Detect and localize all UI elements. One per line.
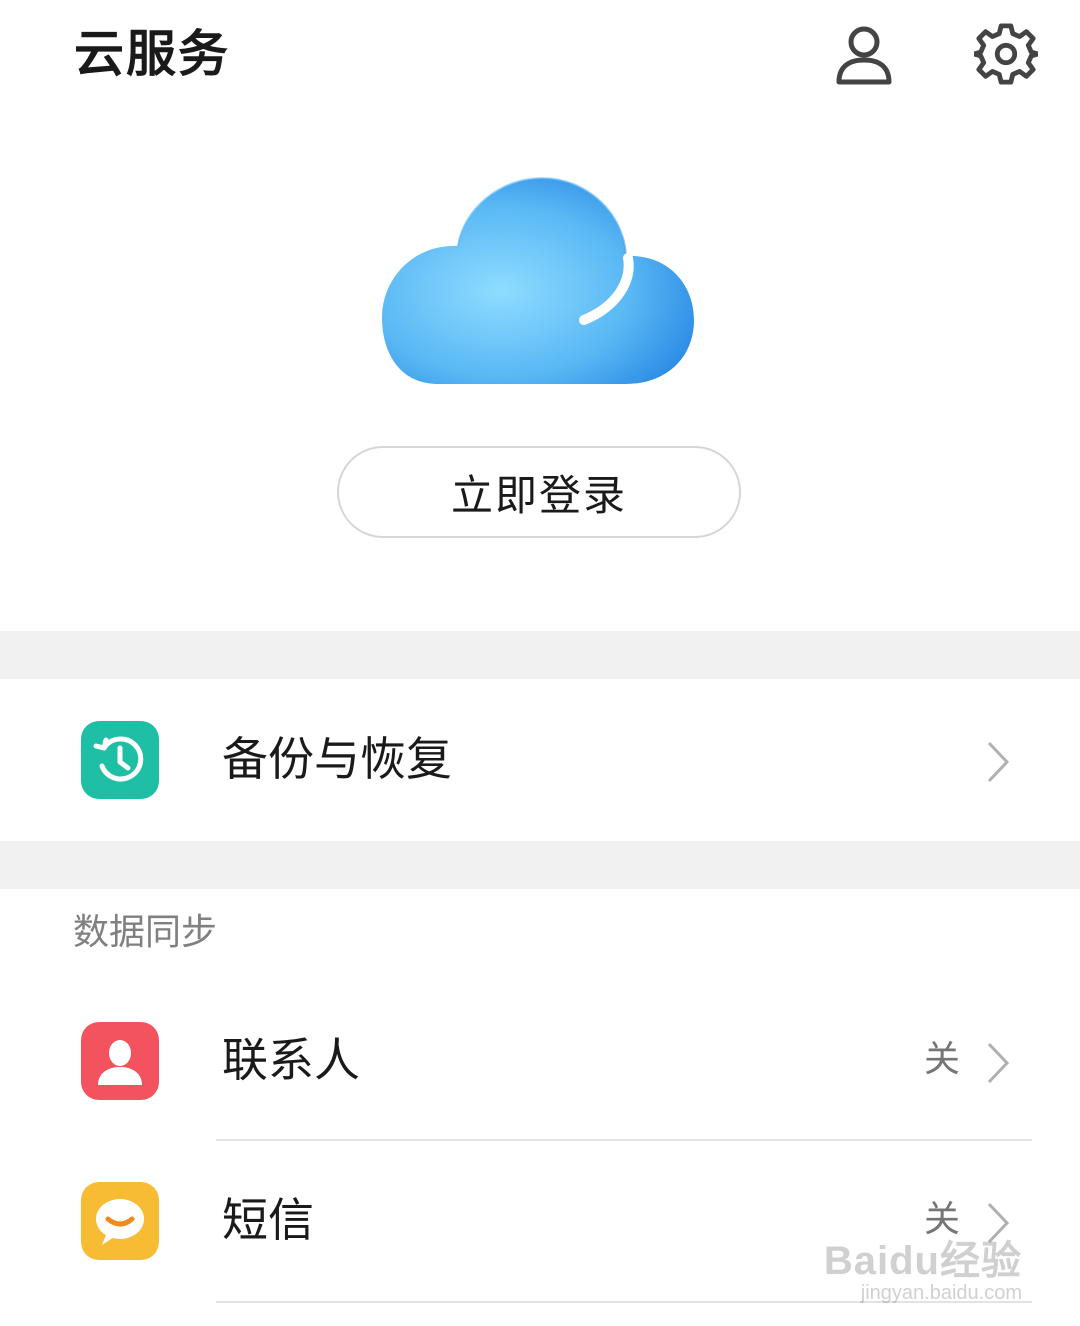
page-title: 云服务 [74, 25, 230, 83]
chevron-right-icon [987, 741, 1010, 783]
settings-button[interactable] [974, 22, 1038, 86]
contact-person-icon [81, 1022, 159, 1100]
message-bubble-icon [81, 1182, 159, 1260]
baidu-watermark: Baidu经验 jingyan.baidu.com [824, 1228, 1022, 1305]
history-clock-icon [81, 721, 159, 799]
data-sync-heading: 数据同步 [73, 912, 218, 953]
contacts-sync-item[interactable]: 联系人 关 [0, 982, 1080, 1142]
backup-restore-label: 备份与恢复 [222, 732, 452, 786]
chevron-right-icon [987, 1042, 1010, 1084]
sms-label: 短信 [222, 1193, 314, 1247]
gear-icon [974, 23, 1038, 85]
cloud-icon [382, 176, 694, 384]
watermark-brand: Baidu经验 [823, 1239, 1022, 1283]
account-button[interactable] [832, 24, 896, 88]
contacts-label: 联系人 [222, 1033, 360, 1087]
backup-restore-item[interactable]: 备份与恢复 [0, 679, 1080, 839]
list-divider [216, 1139, 1032, 1141]
person-icon [836, 26, 892, 85]
section-divider [0, 631, 1080, 679]
login-button[interactable]: 立即登录 [337, 446, 741, 538]
section-divider [0, 841, 1080, 889]
contacts-status: 关 [923, 1039, 960, 1080]
